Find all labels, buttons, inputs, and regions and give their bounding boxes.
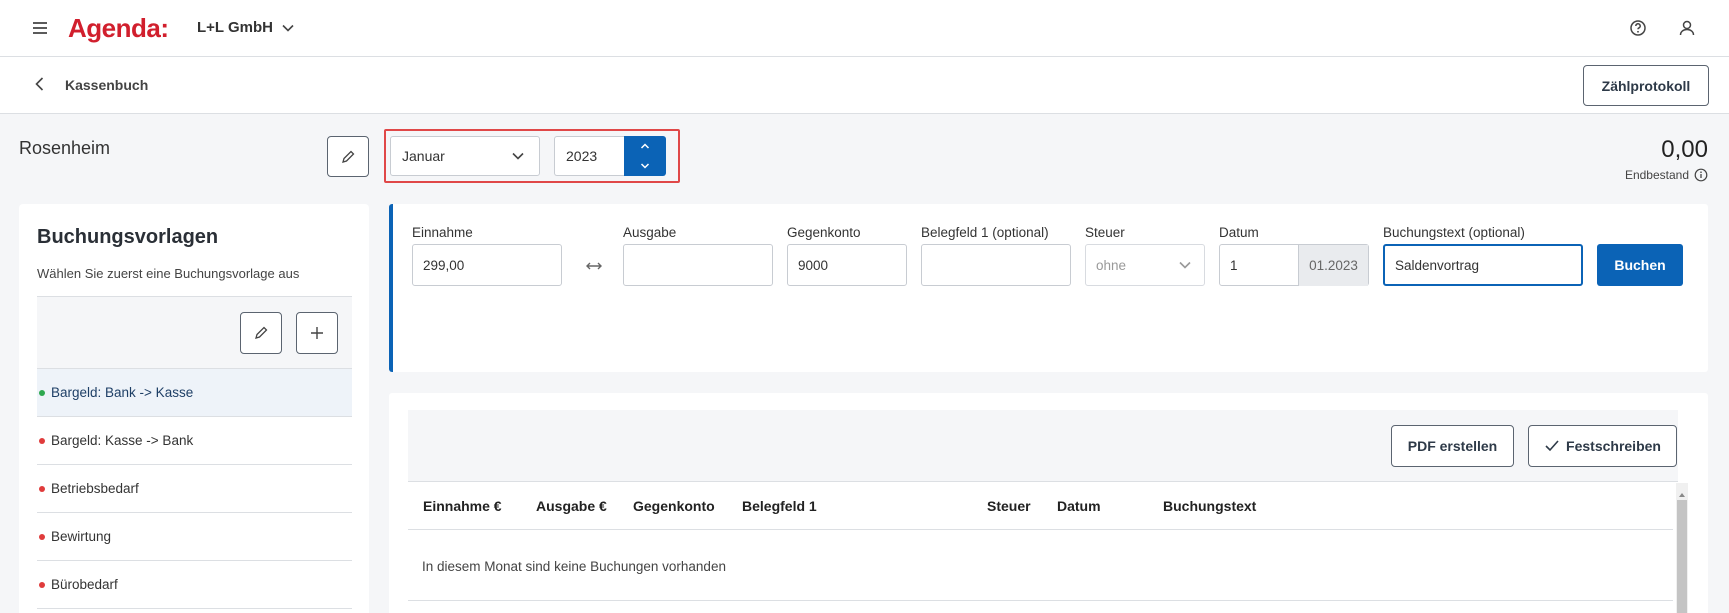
einnahme-input[interactable]: 299,00 [412,244,562,286]
column-header-belegfeld[interactable]: Belegfeld 1 [742,498,817,514]
column-header-ausgabe[interactable]: Ausgabe € [536,498,607,514]
ausgabe-label: Ausgabe [623,225,677,240]
einnahme-label: Einnahme [412,225,473,240]
year-increment-button[interactable] [624,136,666,156]
template-label: Bewirtung [51,529,112,544]
template-label: Bürobedarf [51,577,118,592]
gegenkonto-label: Gegenkonto [787,225,861,240]
datum-label: Datum [1219,225,1259,240]
datum-month-year: 01.2023 [1298,245,1368,286]
column-header-steuer[interactable]: Steuer [987,498,1031,514]
template-item-bank-kasse[interactable]: Bargeld: Bank -> Kasse [37,369,352,417]
buchungstext-input[interactable]: Saldenvortrag [1383,244,1583,286]
status-dot [39,533,45,540]
table-scrollbar-thumb[interactable] [1677,500,1687,613]
edit-location-button[interactable] [327,136,369,177]
template-item-kasse-bank[interactable]: Bargeld: Kasse -> Bank [37,417,352,465]
status-dot [39,437,45,444]
buchen-button[interactable]: Buchen [1597,244,1683,286]
template-label: Bargeld: Kasse -> Bank [51,433,194,448]
pencil-icon [255,326,268,339]
chevron-left-icon[interactable] [30,74,50,94]
pdf-create-button[interactable]: PDF erstellen [1391,425,1514,467]
belegfeld-label: Belegfeld 1 (optional) [921,225,1049,240]
user-icon[interactable] [1677,18,1697,38]
template-label: Betriebsbedarf [51,481,139,496]
year-decrement-button[interactable] [624,156,666,176]
company-name: L+L GmbH [197,19,273,36]
company-selector[interactable]: L+L GmbH [197,19,295,36]
template-item-bewirtung[interactable]: Bewirtung [37,513,352,561]
chevron-down-icon [1179,261,1191,269]
column-header-buchungstext[interactable]: Buchungstext [1163,498,1256,514]
sub-header [0,57,1729,114]
back-link[interactable]: Kassenbuch [65,77,148,93]
location-name: Rosenheim [19,138,111,158]
swap-arrows-icon [583,258,605,274]
status-dot [39,581,45,588]
steuer-value: ohne [1096,257,1127,273]
end-balance-label: Endbestand [1540,168,1708,182]
steuer-select[interactable]: ohne [1085,244,1205,286]
zaehlprotokoll-button[interactable]: Zählprotokoll [1583,65,1709,106]
belegfeld-input[interactable] [921,244,1071,286]
menu-icon[interactable] [30,18,50,38]
month-select[interactable]: Januar [390,136,540,176]
buchungstext-label: Buchungstext (optional) [1383,225,1525,240]
end-balance: 0,00 [1661,136,1708,163]
chevron-down-icon [282,24,294,32]
festschreiben-button[interactable]: Festschreiben [1528,425,1677,467]
template-label: Bargeld: Bank -> Kasse [51,385,194,400]
checkmark-icon [1545,440,1559,452]
gegenkonto-input[interactable]: 9000 [787,244,907,286]
templates-title: Buchungsvorlagen [37,226,219,248]
status-dot [39,389,45,396]
chevron-up-icon [640,143,650,149]
agenda-logo[interactable]: Agenda: [68,13,169,44]
scroll-up-arrow-icon[interactable] [1678,486,1686,497]
pencil-icon [342,150,355,163]
year-stepper [624,136,666,176]
end-balance-text: Endbestand [1624,168,1689,182]
year-input[interactable]: 2023 [554,136,626,176]
festschreiben-label: Festschreiben [1566,438,1661,454]
table-header-divider [408,529,1673,530]
template-item-betriebsbedarf[interactable]: Betriebsbedarf [37,465,352,513]
steuer-label: Steuer [1085,225,1125,240]
column-header-gegenkonto[interactable]: Gegenkonto [633,498,715,514]
month-value: Januar [402,148,445,164]
status-dot [39,485,45,492]
column-header-einnahme[interactable]: Einnahme € [423,498,502,514]
column-header-datum[interactable]: Datum [1057,498,1101,514]
templates-subtitle: Wählen Sie zuerst eine Buchungsvorlage a… [37,266,300,281]
edit-template-button[interactable] [240,312,282,354]
chevron-down-icon [640,163,650,169]
chevron-down-icon [512,152,524,160]
ausgabe-input[interactable] [623,244,773,286]
template-item-buerobedarf[interactable]: Bürobedarf [37,561,352,609]
help-icon[interactable] [1628,18,1648,38]
table-row-divider [408,600,1673,601]
add-template-button[interactable] [296,312,338,354]
info-icon[interactable] [1694,168,1708,182]
empty-table-message: In diesem Monat sind keine Buchungen vor… [422,559,726,574]
plus-icon [311,327,323,339]
